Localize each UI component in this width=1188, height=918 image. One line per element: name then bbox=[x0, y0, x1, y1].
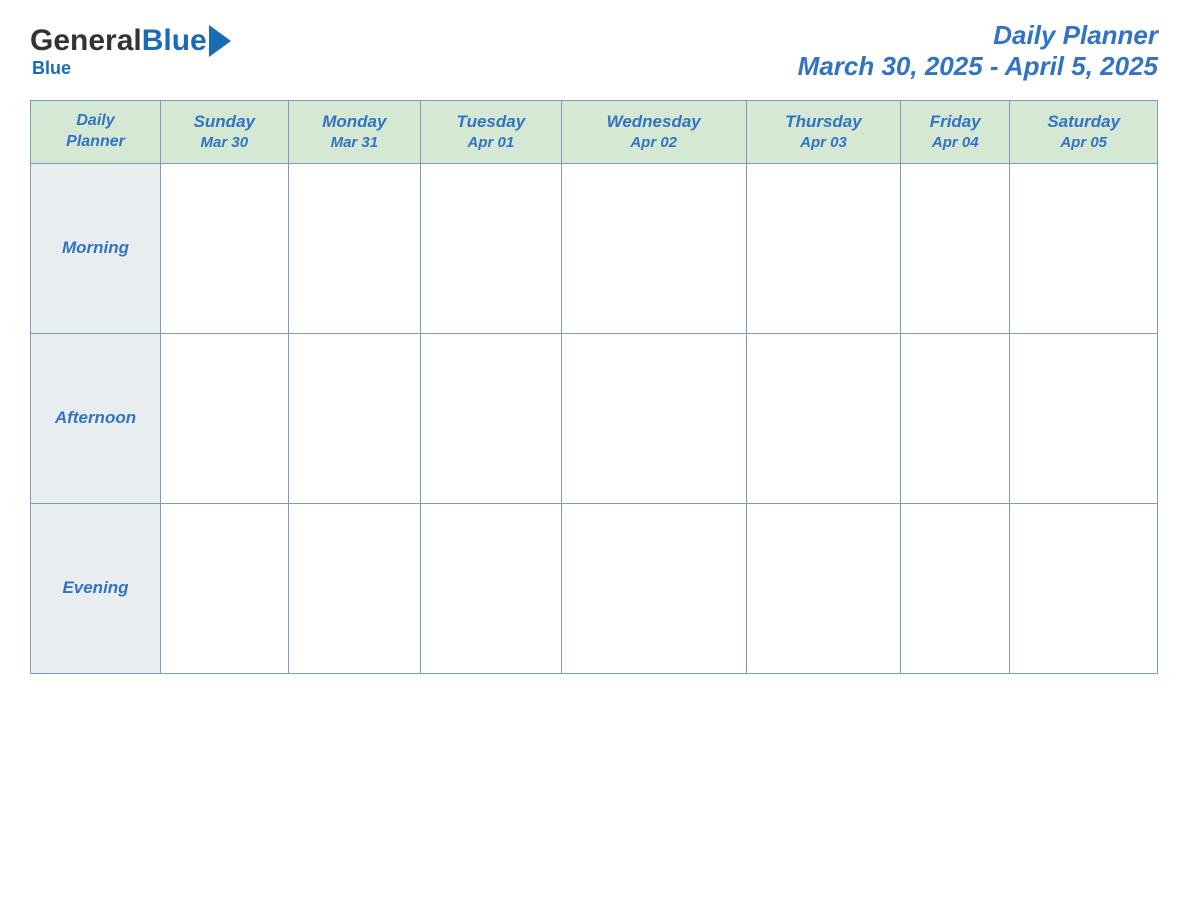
afternoon-friday[interactable] bbox=[901, 333, 1010, 503]
header-daily: Daily bbox=[76, 112, 114, 129]
table-header-row: Daily Planner Sunday Mar 30 Monday Mar 3… bbox=[31, 101, 1158, 164]
logo-arrow-icon bbox=[209, 25, 231, 57]
col-tuesday: Tuesday Apr 01 bbox=[421, 101, 561, 164]
evening-friday[interactable] bbox=[901, 503, 1010, 673]
evening-tuesday[interactable] bbox=[421, 503, 561, 673]
morning-thursday[interactable] bbox=[746, 163, 900, 333]
table-row-afternoon: Afternoon bbox=[31, 333, 1158, 503]
morning-wednesday[interactable] bbox=[561, 163, 746, 333]
evening-sunday[interactable] bbox=[161, 503, 289, 673]
wednesday-name: Wednesday bbox=[567, 111, 741, 133]
afternoon-sunday[interactable] bbox=[161, 333, 289, 503]
evening-label: Evening bbox=[31, 503, 161, 673]
morning-saturday[interactable] bbox=[1010, 163, 1158, 333]
friday-date: Apr 04 bbox=[906, 133, 1004, 153]
monday-name: Monday bbox=[294, 111, 416, 133]
thursday-date: Apr 03 bbox=[752, 133, 895, 153]
thursday-name: Thursday bbox=[752, 111, 895, 133]
header-label-cell: Daily Planner bbox=[31, 101, 161, 164]
col-monday: Monday Mar 31 bbox=[288, 101, 421, 164]
page-title: Daily Planner bbox=[798, 20, 1158, 51]
col-wednesday: Wednesday Apr 02 bbox=[561, 101, 746, 164]
afternoon-thursday[interactable] bbox=[746, 333, 900, 503]
planner-table: Daily Planner Sunday Mar 30 Monday Mar 3… bbox=[30, 100, 1158, 674]
saturday-name: Saturday bbox=[1015, 111, 1152, 133]
monday-date: Mar 31 bbox=[294, 133, 416, 153]
date-range: March 30, 2025 - April 5, 2025 bbox=[798, 51, 1158, 82]
logo-blue-text: Blue bbox=[142, 24, 207, 58]
col-thursday: Thursday Apr 03 bbox=[746, 101, 900, 164]
logo-underline: Blue bbox=[32, 58, 71, 78]
page: General Blue Blue Daily Planner March 30… bbox=[0, 0, 1188, 918]
tuesday-name: Tuesday bbox=[426, 111, 555, 133]
tuesday-date: Apr 01 bbox=[426, 133, 555, 153]
morning-tuesday[interactable] bbox=[421, 163, 561, 333]
morning-sunday[interactable] bbox=[161, 163, 289, 333]
afternoon-label: Afternoon bbox=[31, 333, 161, 503]
morning-monday[interactable] bbox=[288, 163, 421, 333]
morning-friday[interactable] bbox=[901, 163, 1010, 333]
logo: General Blue Blue bbox=[30, 24, 231, 79]
afternoon-monday[interactable] bbox=[288, 333, 421, 503]
col-saturday: Saturday Apr 05 bbox=[1010, 101, 1158, 164]
evening-monday[interactable] bbox=[288, 503, 421, 673]
afternoon-tuesday[interactable] bbox=[421, 333, 561, 503]
wednesday-date: Apr 02 bbox=[567, 133, 741, 153]
sunday-date: Mar 30 bbox=[166, 133, 283, 153]
evening-wednesday[interactable] bbox=[561, 503, 746, 673]
morning-label: Morning bbox=[31, 163, 161, 333]
friday-name: Friday bbox=[906, 111, 1004, 133]
evening-saturday[interactable] bbox=[1010, 503, 1158, 673]
afternoon-saturday[interactable] bbox=[1010, 333, 1158, 503]
logo-general-text: General bbox=[30, 24, 142, 58]
afternoon-wednesday[interactable] bbox=[561, 333, 746, 503]
saturday-date: Apr 05 bbox=[1015, 133, 1152, 153]
col-sunday: Sunday Mar 30 bbox=[161, 101, 289, 164]
table-row-morning: Morning bbox=[31, 163, 1158, 333]
col-friday: Friday Apr 04 bbox=[901, 101, 1010, 164]
header: General Blue Blue Daily Planner March 30… bbox=[30, 20, 1158, 82]
evening-thursday[interactable] bbox=[746, 503, 900, 673]
header-planner: Planner bbox=[66, 133, 125, 150]
table-row-evening: Evening bbox=[31, 503, 1158, 673]
title-block: Daily Planner March 30, 2025 - April 5, … bbox=[798, 20, 1158, 82]
sunday-name: Sunday bbox=[166, 111, 283, 133]
